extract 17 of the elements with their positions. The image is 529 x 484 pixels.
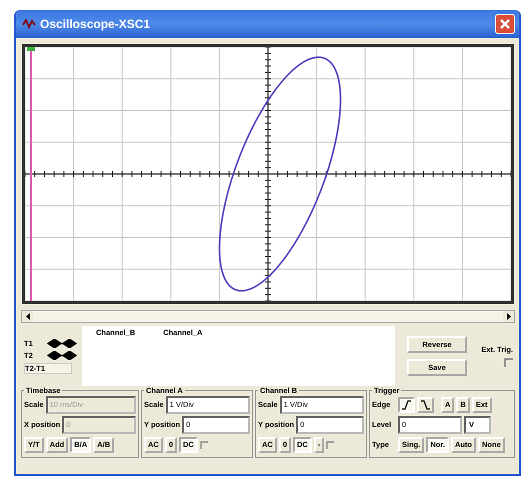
edge-button[interactable] <box>417 396 434 412</box>
cursor-marker[interactable] <box>27 47 35 51</box>
terminal-icon[interactable] <box>200 440 208 448</box>
terminal-icon[interactable] <box>504 358 513 367</box>
cursor-arrows-icon[interactable] <box>47 350 77 360</box>
edge-button[interactable] <box>398 396 415 412</box>
wave-icon <box>22 19 36 29</box>
scrollbar[interactable] <box>21 310 515 323</box>
falling-edge-icon <box>421 400 430 410</box>
scroll-right-icon[interactable] <box>503 311 514 322</box>
rising-edge-icon <box>402 400 411 410</box>
terminal-icon[interactable] <box>326 440 334 448</box>
close-button[interactable] <box>495 14 515 34</box>
close-icon <box>499 18 511 30</box>
cursor-arrows-icon[interactable] <box>47 338 77 348</box>
scroll-left-icon[interactable] <box>22 311 33 322</box>
window-title: Oscilloscope-XSC1 <box>40 17 152 31</box>
